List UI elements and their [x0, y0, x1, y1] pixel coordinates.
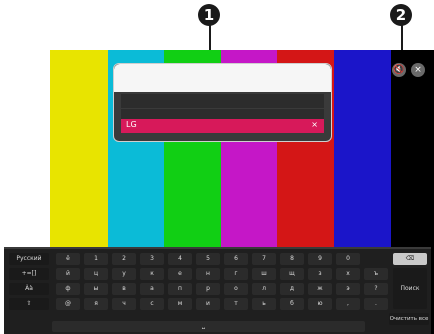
mic-button[interactable]: 🔇 [392, 63, 406, 77]
language-key[interactable]: Русский [9, 253, 49, 265]
key-r2-1[interactable]: ц [84, 268, 108, 280]
virtual-keyboard: Русский +=[] Àà ⇧ ё 1 2 3 4 5 6 7 8 9 0 … [4, 247, 431, 334]
clear-suggestion-icon[interactable]: × [311, 120, 318, 129]
key-r3-2[interactable]: в [112, 283, 136, 295]
key-r2-3[interactable]: к [140, 268, 164, 280]
key-r4-0[interactable]: @ [56, 298, 80, 310]
key-r4-9[interactable]: ю [308, 298, 332, 310]
clear-all-key[interactable]: Очистить все [389, 313, 429, 325]
search-input[interactable] [114, 64, 331, 92]
key-r3-0[interactable]: ф [56, 283, 80, 295]
space-icon: ⎵ [202, 321, 205, 329]
key-r2-0[interactable]: й [56, 268, 80, 280]
key-r4-2[interactable]: ч [112, 298, 136, 310]
key-r4-8[interactable]: б [280, 298, 304, 310]
key-r1-1[interactable]: 1 [84, 253, 108, 265]
close-button[interactable]: × [411, 63, 425, 77]
key-r4-3[interactable]: с [140, 298, 164, 310]
close-icon: × [414, 65, 422, 75]
key-r1-10[interactable]: 0 [336, 253, 360, 265]
key-r2-2[interactable]: у [112, 268, 136, 280]
suggestion-text-3: LG [126, 120, 137, 129]
key-r4-11[interactable]: . [364, 298, 388, 310]
key-r1-9[interactable]: 9 [308, 253, 332, 265]
key-r2-10[interactable]: х [336, 268, 360, 280]
key-r2-11[interactable]: ъ [364, 268, 388, 280]
key-r4-5[interactable]: и [196, 298, 220, 310]
key-r1-2[interactable]: 2 [112, 253, 136, 265]
key-r3-11[interactable]: ? [364, 283, 388, 295]
key-r3-10[interactable]: э [336, 283, 360, 295]
key-r1-3[interactable]: 3 [140, 253, 164, 265]
key-r2-8[interactable]: щ [280, 268, 304, 280]
shift-key[interactable]: ⇧ [9, 298, 49, 310]
callout-badge-2: 2 [390, 4, 412, 26]
key-r1-6[interactable]: 6 [224, 253, 248, 265]
key-r3-4[interactable]: п [168, 283, 192, 295]
key-r2-9[interactable]: з [308, 268, 332, 280]
key-r3-5[interactable]: р [196, 283, 220, 295]
mic-icon: 🔇 [393, 65, 405, 75]
key-r2-5[interactable]: н [196, 268, 220, 280]
backspace-key[interactable]: ⌫ [393, 253, 427, 265]
key-r3-8[interactable]: д [280, 283, 304, 295]
key-r1-0[interactable]: ё [56, 253, 80, 265]
suggestion-row-1[interactable] [121, 94, 324, 108]
key-r1-8[interactable]: 8 [280, 253, 304, 265]
search-key[interactable]: Поиск [393, 268, 427, 309]
key-r3-1[interactable]: ы [84, 283, 108, 295]
key-r4-7[interactable]: ь [252, 298, 276, 310]
key-r4-6[interactable]: т [224, 298, 248, 310]
key-r4-10[interactable]: , [336, 298, 360, 310]
key-r3-7[interactable]: л [252, 283, 276, 295]
space-key[interactable]: ⎵ [52, 321, 365, 332]
case-key[interactable]: Àà [9, 283, 49, 295]
suggestion-row-3[interactable]: LG × [121, 119, 324, 133]
key-r3-9[interactable]: ж [308, 283, 332, 295]
key-r1-4[interactable]: 4 [168, 253, 192, 265]
key-r2-6[interactable]: г [224, 268, 248, 280]
key-r3-3[interactable]: а [140, 283, 164, 295]
symbols-key[interactable]: +=[] [9, 268, 49, 280]
callout-badge-1: 1 [198, 4, 220, 26]
key-r3-6[interactable]: о [224, 283, 248, 295]
key-r2-4[interactable]: е [168, 268, 192, 280]
search-panel: LG × [113, 63, 332, 142]
key-r4-4[interactable]: м [168, 298, 192, 310]
key-r2-7[interactable]: ш [252, 268, 276, 280]
key-r1-5[interactable]: 5 [196, 253, 220, 265]
key-r4-1[interactable]: я [84, 298, 108, 310]
key-r1-7[interactable]: 7 [252, 253, 276, 265]
